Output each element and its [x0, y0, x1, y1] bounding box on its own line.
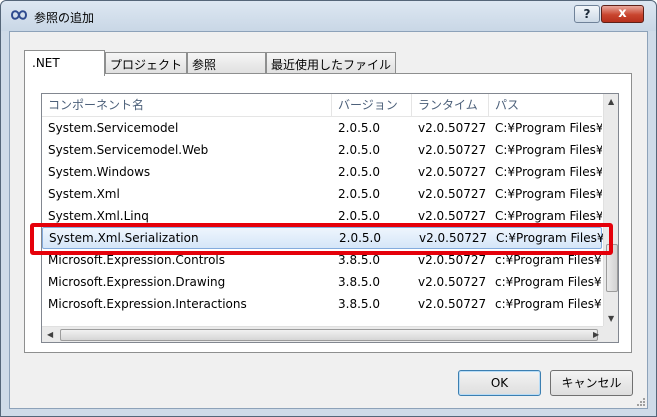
version-cell: 2.0.5.0	[339, 231, 381, 245]
component-name-cell: System.Xml	[48, 187, 120, 201]
table-row[interactable]: System.Xml 2.0.5.0 v2.0.50727 C:¥Program Fi…	[42, 183, 602, 205]
scroll-up-icon[interactable]: ▲	[608, 97, 614, 106]
path-cell: C:¥Program Files¥	[495, 187, 602, 201]
version-cell: 2.0.5.0	[338, 187, 380, 201]
list-rows: System.Servicemodel 2.0.5.0 v2.0.50727 C:¥P…	[42, 117, 603, 315]
list-header: コンポーネント名 バージョン ランタイム パス	[42, 94, 602, 117]
table-row[interactable]: System.Windows 2.0.5.0 v2.0.50727 C:¥Progra…	[42, 161, 602, 183]
tab-panel-dotnet: コンポーネント名 バージョン ランタイム パス System.Servicemo…	[24, 73, 632, 353]
table-row[interactable]: Microsoft.Expression.Controls 3.8.5.0 v2.0…	[42, 249, 602, 271]
runtime-cell: v2.0.50727	[418, 165, 487, 179]
component-name-cell: System.Xml.Serialization	[49, 231, 199, 245]
dialog-client-area: .NET プロジェクト 参照 最近使用したファイル コンポーネント名 バージョン…	[9, 31, 648, 409]
table-row[interactable]: System.Servicemodel.Web 2.0.5.0 v2.0.50727…	[42, 139, 602, 161]
runtime-cell: v2.0.50727	[419, 231, 488, 245]
path-cell: c:¥Program Files¥	[495, 275, 602, 289]
component-name-cell: System.Windows	[48, 165, 151, 179]
component-name-cell: System.Xml.Linq	[48, 209, 149, 223]
component-name-cell: Microsoft.Expression.Controls	[48, 253, 226, 267]
column-header-name[interactable]: コンポーネント名	[42, 94, 332, 117]
vertical-scroll-thumb[interactable]	[606, 244, 618, 292]
path-cell: C:¥Program Files¥	[495, 165, 602, 179]
component-name-cell: System.Servicemodel.Web	[48, 143, 209, 157]
component-name-cell: Microsoft.Expression.Drawing	[48, 275, 226, 289]
window-title: 参照の追加	[34, 11, 95, 25]
runtime-cell: v2.0.50727	[418, 253, 487, 267]
add-reference-dialog: 参照の追加 ? x .NET プロジェクト 参照 最近使用したファイル コンポー…	[0, 0, 657, 417]
ok-button[interactable]: OK	[458, 370, 541, 396]
tab-project[interactable]: プロジェクト	[105, 52, 187, 74]
tab-browse[interactable]: 参照	[187, 52, 266, 74]
runtime-cell: v2.0.50727	[418, 275, 487, 289]
visual-studio-icon	[10, 10, 28, 20]
component-name-cell: System.Servicemodel	[48, 121, 179, 135]
component-name-cell: Microsoft.Expression.Interactions	[48, 297, 247, 311]
path-cell: C:¥Program Files¥	[495, 209, 602, 223]
path-cell: C:¥Program Files¥	[496, 231, 603, 245]
version-cell: 2.0.5.0	[338, 165, 380, 179]
table-row[interactable]: System.Xml.Linq 2.0.5.0 v2.0.50727 C:¥Progr…	[42, 205, 602, 227]
scroll-left-icon[interactable]: ◀	[47, 330, 53, 339]
scrollbar-corner	[603, 326, 618, 342]
tab-recent[interactable]: 最近使用したファイル	[266, 52, 396, 74]
horizontal-scrollbar[interactable]: ◀ ▶	[42, 326, 603, 342]
version-cell: 2.0.5.0	[338, 143, 380, 157]
path-cell: c:¥Program Files¥	[495, 253, 602, 267]
runtime-cell: v2.0.50727	[418, 209, 487, 223]
cancel-button[interactable]: キャンセル	[550, 370, 633, 396]
version-cell: 3.8.5.0	[338, 275, 380, 289]
resize-grip-icon[interactable]	[635, 396, 645, 406]
column-header-version[interactable]: バージョン	[332, 94, 412, 117]
version-cell: 3.8.5.0	[338, 253, 380, 267]
table-row-selected[interactable]: System.Xml.Serialization 2.0.5.0 v2.0.5072…	[42, 227, 603, 249]
tab-dotnet[interactable]: .NET	[24, 50, 105, 76]
close-button[interactable]: x	[601, 5, 644, 23]
horizontal-scroll-thumb[interactable]	[60, 329, 598, 341]
column-header-path[interactable]: パス	[489, 94, 602, 117]
table-row[interactable]: Microsoft.Expression.Drawing 3.8.5.0 v2.0.…	[42, 271, 602, 293]
version-cell: 3.8.5.0	[338, 297, 380, 311]
scroll-down-icon[interactable]: ▼	[608, 314, 614, 323]
runtime-cell: v2.0.50727	[418, 143, 487, 157]
column-header-runtime[interactable]: ランタイム	[412, 94, 489, 117]
path-cell: c:¥Program Files¥	[495, 297, 602, 311]
scroll-right-icon[interactable]: ▶	[593, 330, 599, 339]
path-cell: C:¥Program Files¥	[495, 143, 602, 157]
help-button[interactable]: ?	[574, 5, 600, 23]
runtime-cell: v2.0.50727	[418, 187, 487, 201]
version-cell: 2.0.5.0	[338, 121, 380, 135]
runtime-cell: v2.0.50727	[418, 297, 487, 311]
version-cell: 2.0.5.0	[338, 209, 380, 223]
runtime-cell: v2.0.50727	[418, 121, 487, 135]
component-list[interactable]: コンポーネント名 バージョン ランタイム パス System.Servicemo…	[41, 93, 619, 343]
title-bar[interactable]: 参照の追加 ? x	[1, 1, 656, 31]
vertical-scrollbar[interactable]: ▲ ▼	[603, 94, 618, 326]
table-row[interactable]: System.Servicemodel 2.0.5.0 v2.0.50727 C:¥P…	[42, 117, 602, 139]
table-row[interactable]: Microsoft.Expression.Interactions 3.8.5.0…	[42, 293, 602, 315]
path-cell: C:¥Program Files¥	[495, 121, 602, 135]
